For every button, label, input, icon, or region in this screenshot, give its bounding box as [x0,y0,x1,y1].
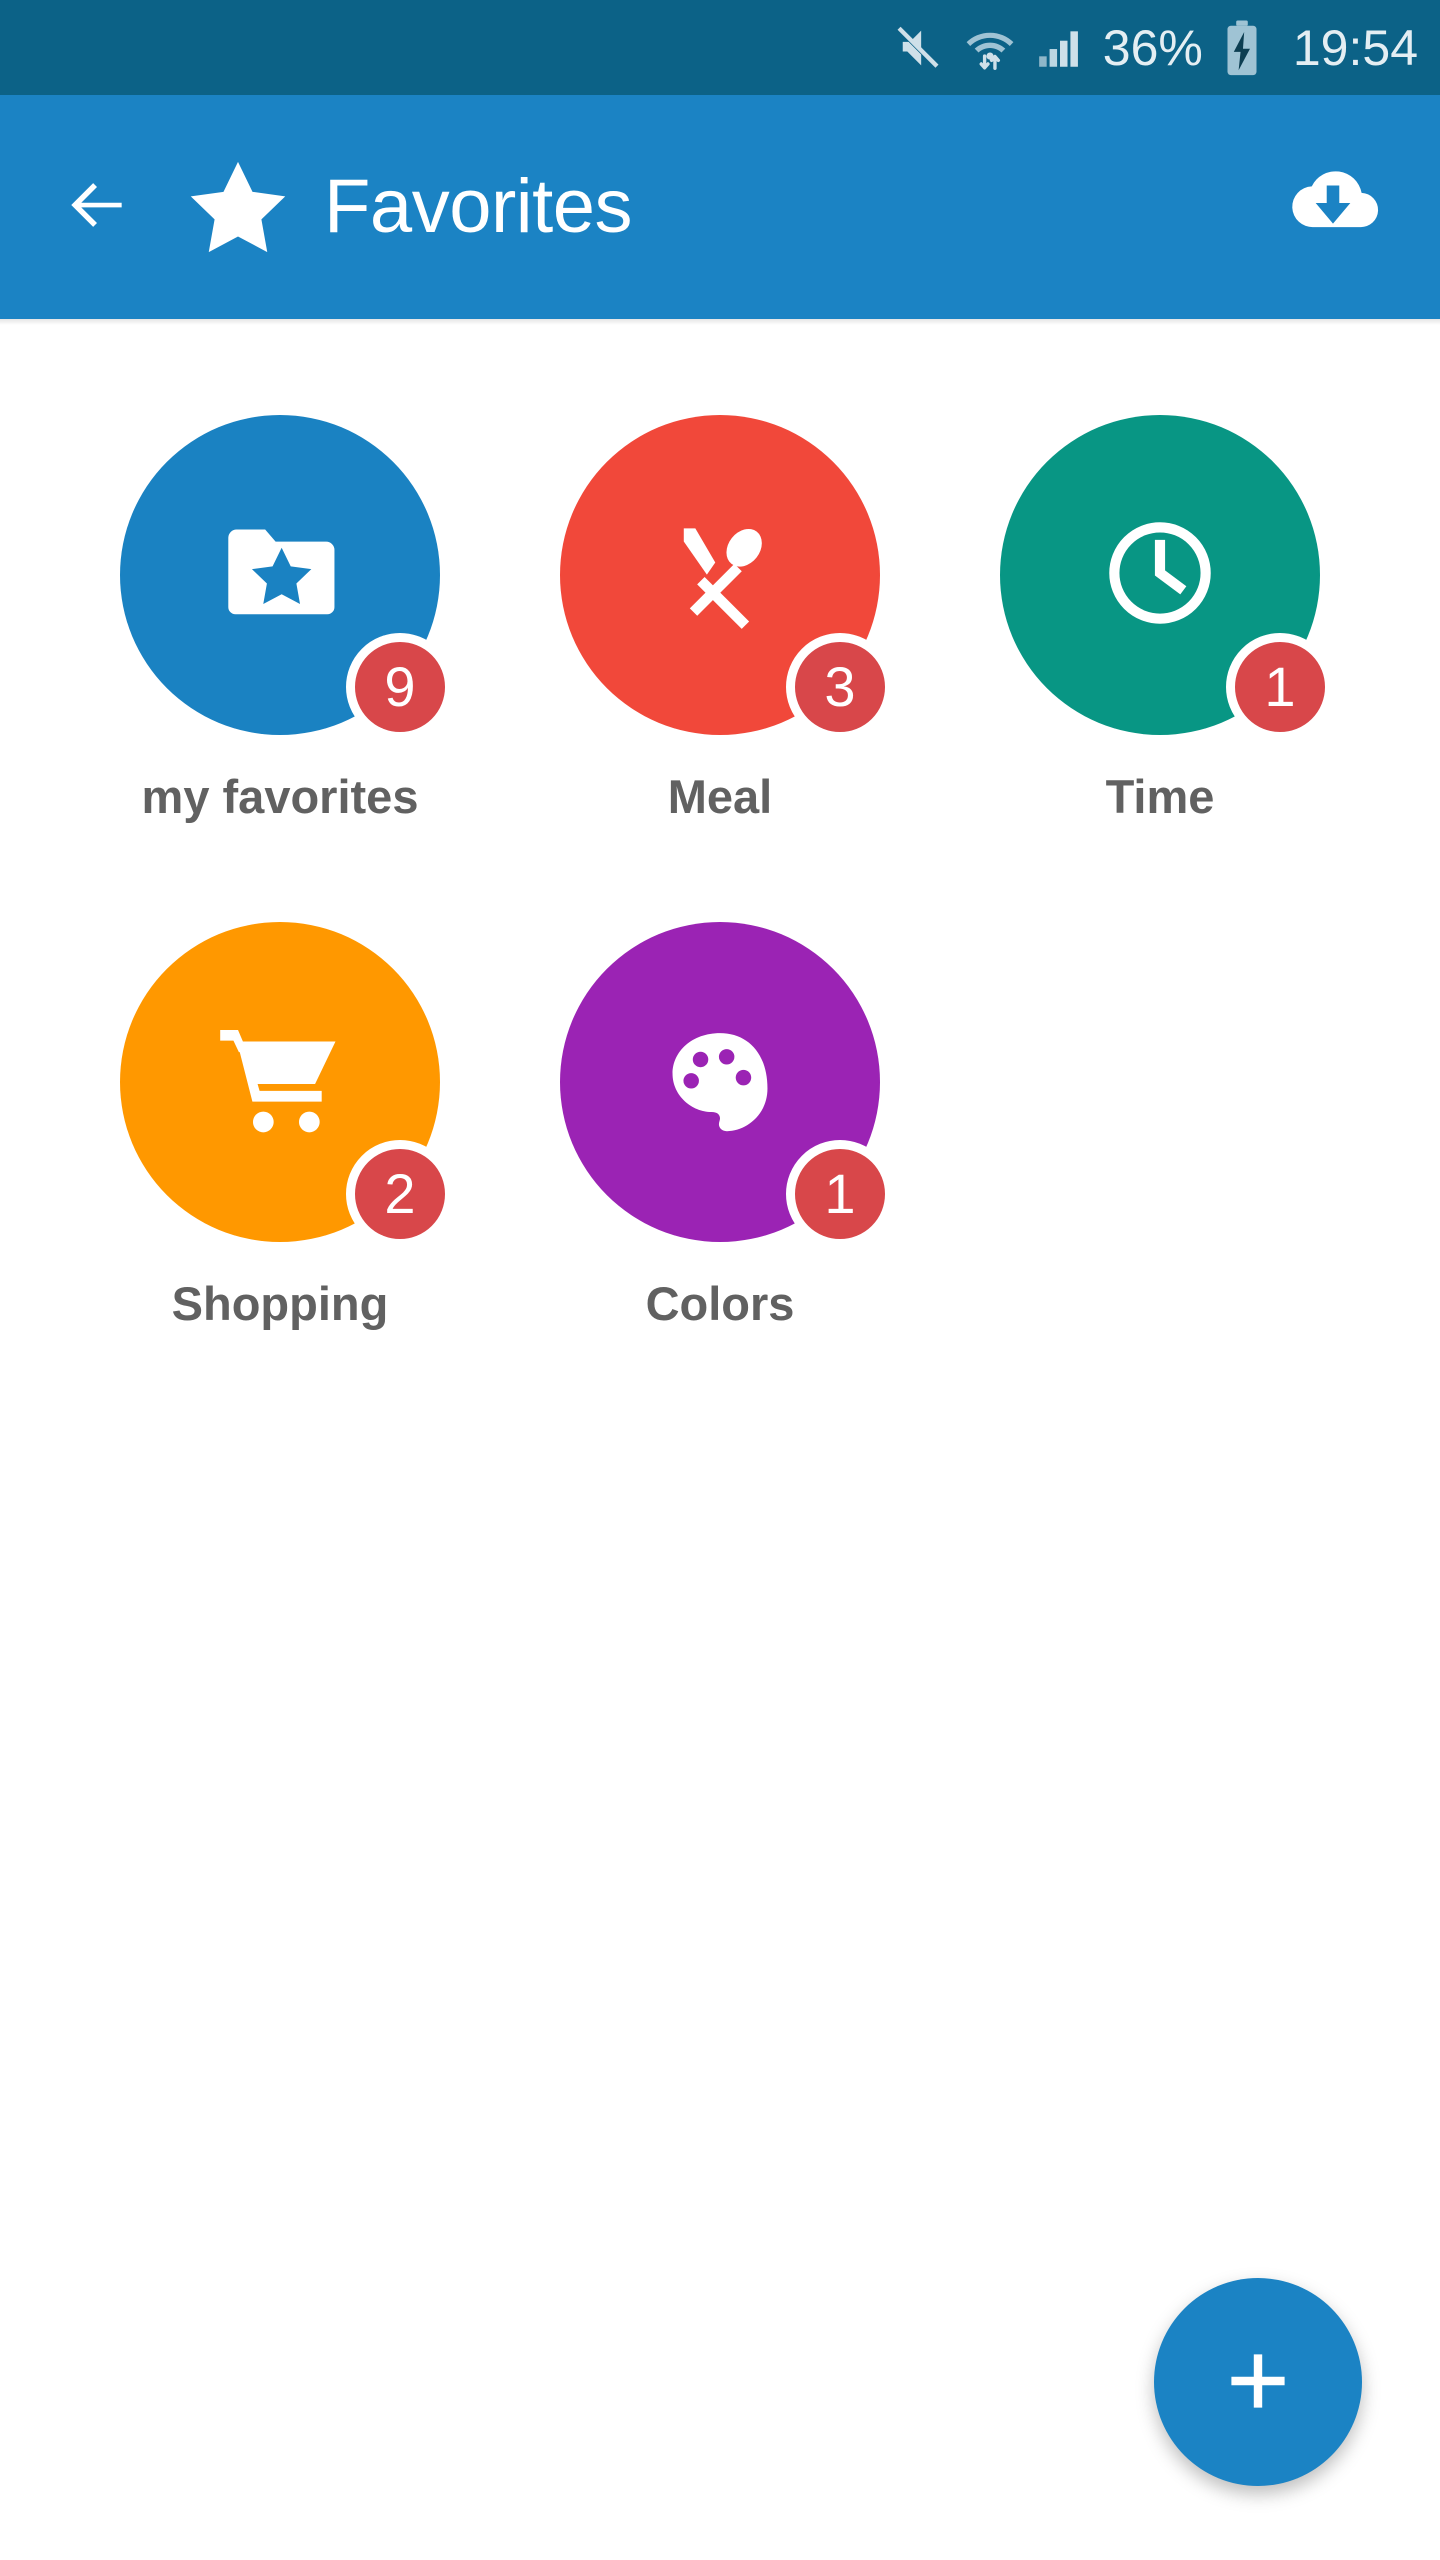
app-bar-shadow [0,319,1440,325]
shopping-cart-icon [211,1011,349,1154]
palette-icon [656,1016,784,1149]
battery-charging-icon [1221,18,1263,78]
status-clock: 19:54 [1292,19,1418,76]
favorites-grid: 9 my favorites 3 Meal 1 Time 2 Shopping … [60,415,1380,1327]
signal-icon [1035,18,1085,78]
grid-item-label: Shopping [171,1277,389,1330]
add-fab-button[interactable] [1154,2278,1362,2486]
grid-item-time[interactable]: 1 Time [940,415,1380,820]
page-title: Favorites [324,164,633,249]
badge-count: 3 [786,633,894,741]
battery-percent: 36% [1102,19,1203,76]
grid-item-meal[interactable]: 3 Meal [500,415,940,820]
clock-icon [1094,507,1226,644]
app-bar: Favorites [0,95,1440,319]
grid-item-label: Time [1105,770,1215,823]
circle-wrapper: 1 [1000,415,1334,741]
circle-wrapper: 1 [560,922,894,1248]
plus-icon [1216,2339,1300,2426]
badge-count: 2 [346,1140,454,1248]
circle-wrapper: 9 [120,415,454,741]
mute-icon [893,18,945,78]
cutlery-icon [657,510,783,641]
grid-item-label: Colors [645,1277,795,1330]
cloud-download-icon [1281,153,1385,262]
grid-item-shopping[interactable]: 2 Shopping [60,922,500,1327]
content-area: 9 my favorites 3 Meal 1 Time 2 Shopping … [0,319,1440,2560]
arrow-back-icon [60,168,134,247]
grid-item-label: my favorites [141,770,419,823]
grid-empty-cell [940,922,1380,1327]
grid-item-my-favorites[interactable]: 9 my favorites [60,415,500,820]
back-button[interactable] [60,170,134,244]
wifi-icon [963,18,1017,78]
star-icon [184,155,292,259]
folder-star-icon [214,507,346,644]
grid-item-colors[interactable]: 1 Colors [500,922,940,1327]
circle-wrapper: 3 [560,415,894,741]
grid-item-label: Meal [667,770,773,823]
badge-count: 1 [1226,633,1334,741]
circle-wrapper: 2 [120,922,454,1248]
badge-count: 9 [346,633,454,741]
badge-count: 1 [786,1140,894,1248]
cloud-download-button[interactable] [1278,152,1388,262]
status-bar: 36% 19:54 [0,0,1440,95]
